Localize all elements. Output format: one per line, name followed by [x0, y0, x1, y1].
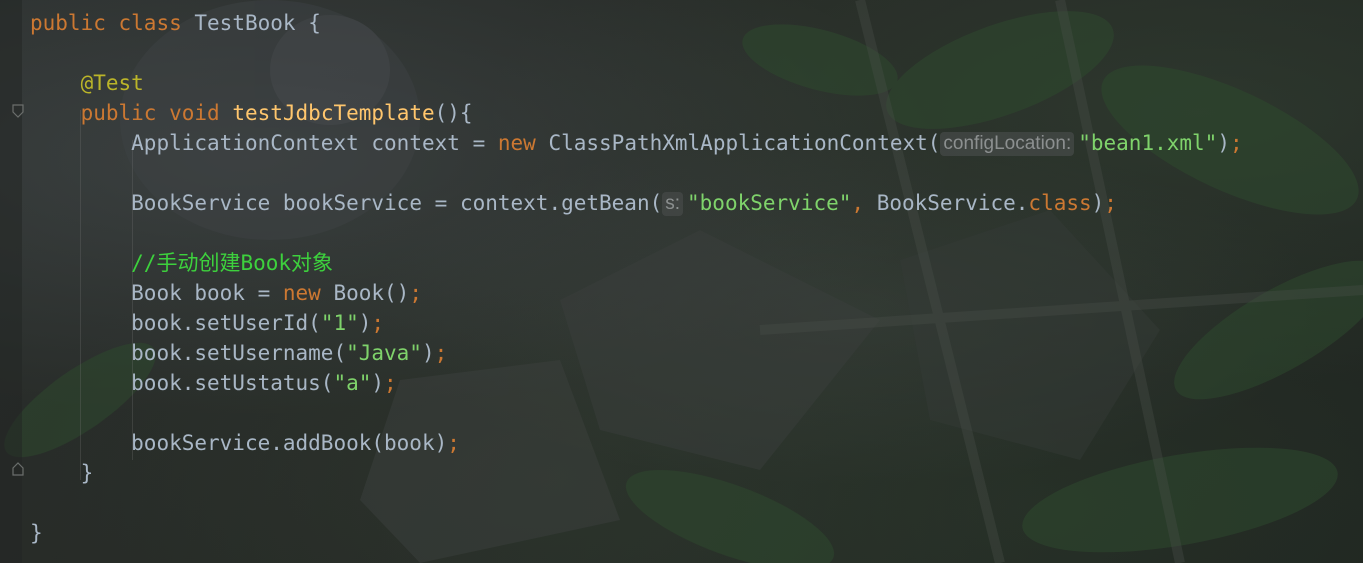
- method-call: bookService.addBook(book): [131, 431, 448, 455]
- code-line-add-book: bookService.addBook(book);: [30, 428, 1243, 458]
- string-literal: "Java": [346, 341, 422, 365]
- code-line-method-declaration: public void testJdbcTemplate(){: [30, 98, 1243, 128]
- keyword: new: [282, 281, 321, 305]
- brace: {: [308, 11, 321, 35]
- code-line-class-close: }: [30, 518, 1243, 548]
- paren: ): [421, 341, 435, 365]
- semicolon: ;: [371, 311, 385, 335]
- keyword: void: [169, 101, 220, 125]
- method-signature: (){: [434, 101, 473, 125]
- keyword: class: [118, 11, 182, 35]
- class-name: TestBook: [194, 11, 296, 35]
- code-line-method-close: }: [30, 458, 1243, 488]
- semicolon: ;: [447, 431, 460, 455]
- operator: =: [472, 131, 486, 155]
- string-literal: "bookService": [687, 191, 852, 215]
- comma: ,: [851, 191, 865, 215]
- keyword: public: [30, 11, 106, 35]
- parameter-hint: configLocation:: [940, 132, 1075, 156]
- method-call: book.setUsername(: [131, 341, 347, 365]
- parameter-hint: s:: [662, 192, 684, 216]
- code-area[interactable]: public class TestBook { @Test public voi…: [30, 8, 1243, 548]
- fold-open-icon[interactable]: [12, 104, 24, 118]
- variable: context: [371, 131, 460, 155]
- type-name: ApplicationContext: [131, 131, 359, 155]
- code-line-book-service: BookService bookService = context.getBea…: [30, 188, 1243, 218]
- keyword: public: [80, 101, 157, 125]
- method-name: testJdbcTemplate: [232, 101, 435, 125]
- code-line-annotation: @Test: [30, 68, 1243, 98]
- method-call: context.getBean(: [459, 191, 663, 215]
- fold-close-icon[interactable]: [12, 462, 24, 476]
- code-line-set-user-id: book.setUserId("1");: [30, 308, 1243, 338]
- operator: =: [434, 191, 448, 215]
- annotation: @Test: [80, 71, 144, 95]
- code-line-comment: //手动创建Book对象: [30, 248, 1243, 278]
- semicolon: ;: [1104, 191, 1117, 215]
- keyword: class: [1028, 191, 1092, 215]
- code-line-class-declaration: public class TestBook {: [30, 8, 1243, 38]
- method-call: book.setUserId(: [131, 311, 321, 335]
- paren: ): [358, 311, 372, 335]
- paren: ): [371, 371, 385, 395]
- comment: //手动创建Book对象: [131, 251, 334, 275]
- code-line-set-ustatus: book.setUstatus("a");: [30, 368, 1243, 398]
- closing-brace: }: [30, 521, 43, 545]
- paren: ): [1217, 131, 1230, 155]
- semicolon: ;: [384, 371, 397, 395]
- editor-gutter: [0, 0, 22, 563]
- variable: bookService: [282, 191, 422, 215]
- closing-brace: }: [80, 461, 94, 485]
- constructor-call: Book(): [333, 281, 410, 305]
- code-line-context: ApplicationContext context = new ClassPa…: [30, 128, 1243, 158]
- code-editor[interactable]: public class TestBook { @Test public voi…: [0, 0, 1363, 563]
- code-line-set-username: book.setUsername("Java");: [30, 338, 1243, 368]
- semicolon: ;: [1229, 131, 1243, 155]
- string-literal: "1": [320, 311, 359, 335]
- code-line-new-book: Book book = new Book();: [30, 278, 1243, 308]
- method-call: book.setUstatus(: [131, 371, 334, 395]
- string-literal: "bean1.xml": [1078, 131, 1218, 155]
- semicolon: ;: [434, 341, 448, 365]
- type-name: BookService: [131, 191, 271, 215]
- declaration: Book book =: [131, 281, 283, 305]
- string-literal: "a": [333, 371, 372, 395]
- class-reference: BookService.: [876, 191, 1029, 215]
- constructor-call: ClassPathXmlApplicationContext(: [548, 131, 941, 155]
- paren: ): [1091, 191, 1105, 215]
- keyword: new: [497, 131, 536, 155]
- semicolon: ;: [409, 281, 422, 305]
